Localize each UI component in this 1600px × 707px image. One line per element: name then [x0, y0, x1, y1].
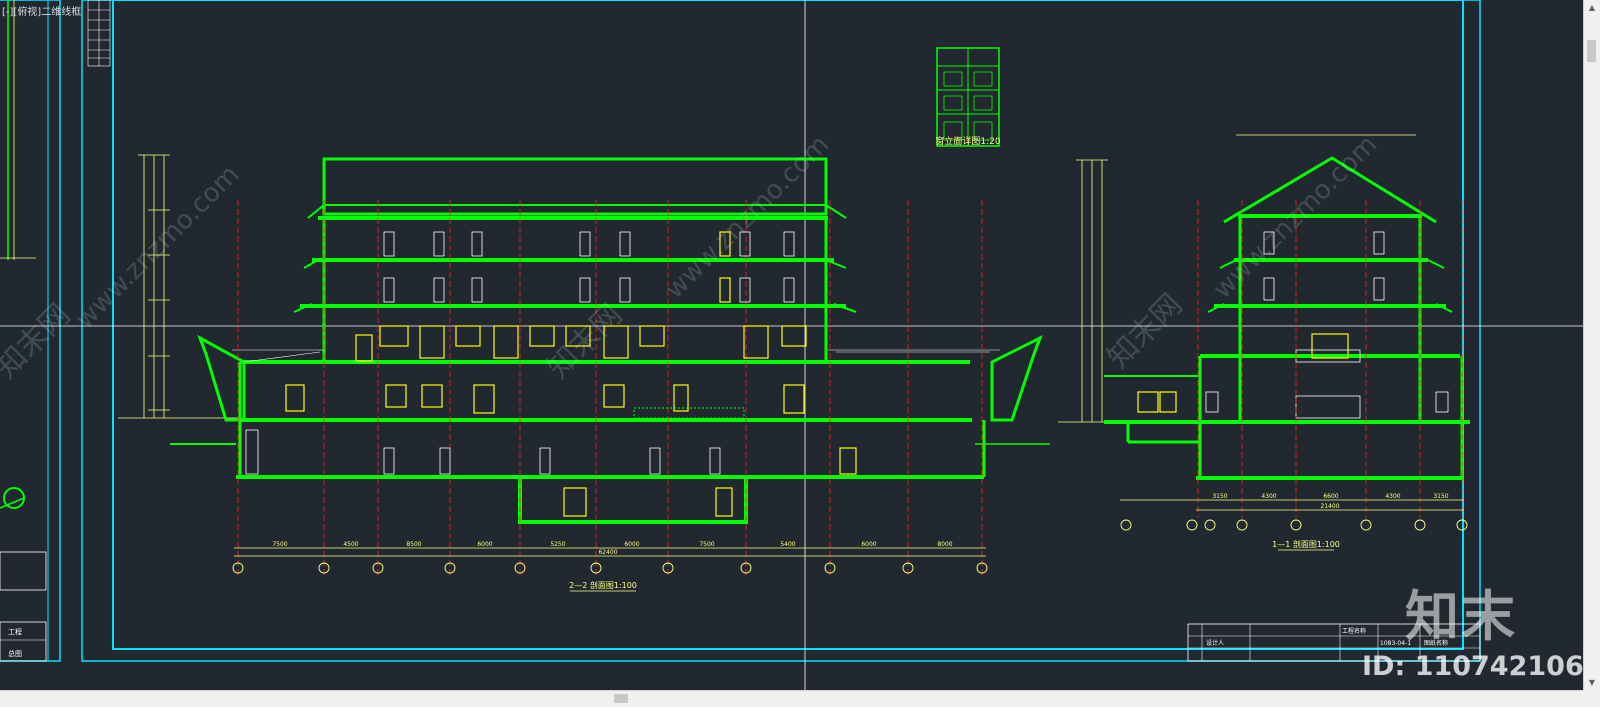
dim-2-1: 4500	[343, 541, 358, 548]
dim-1-4: 3150	[1433, 493, 1448, 500]
scroll-down-icon[interactable]: ▼	[1584, 675, 1600, 691]
watermark-logo: 知末	[1405, 585, 1517, 648]
dim-2-total: 62400	[598, 549, 617, 556]
section-2-title: 2—2 剖面图1:100	[569, 580, 637, 590]
cad-drawing-canvas[interactable]: 工程 总图 窗立面详图1:20 7500 4500 8500 6000 5250…	[0, 0, 1584, 691]
section-2-dims: 7500 4500 8500 6000 5250 6000 7500 5400 …	[272, 541, 952, 556]
vertical-scroll-thumb[interactable]	[1587, 40, 1596, 62]
cad-viewport[interactable]: 工程 总图 窗立面详图1:20 7500 4500 8500 6000 5250…	[0, 0, 1584, 691]
dim-1-2: 6600	[1323, 493, 1338, 500]
scrollbar-corner	[1584, 691, 1600, 707]
dim-2-3: 6000	[477, 541, 492, 548]
drawing-frames	[0, 0, 1481, 662]
dim-2-4: 5250	[550, 541, 565, 548]
title-block-designer: 设计人	[1206, 639, 1224, 647]
dim-2-9: 8000	[937, 541, 952, 548]
dim-2-2: 8500	[406, 541, 421, 548]
dim-2-5: 6000	[624, 541, 639, 548]
site-watermark-1: www.znzmo.com	[70, 160, 245, 335]
scroll-up-icon[interactable]: ▲	[1584, 0, 1600, 16]
dim-2-6: 7500	[699, 541, 714, 548]
watermark-id: ID: 1107421065	[1362, 651, 1584, 682]
horizontal-scrollbar[interactable]	[0, 690, 1584, 707]
dim-1-3: 4300	[1385, 493, 1400, 500]
dim-1-total: 21400	[1320, 503, 1339, 510]
left-block-row: 总图	[8, 649, 22, 658]
dim-2-7: 5400	[780, 541, 795, 548]
left-block-project: 工程	[8, 627, 22, 636]
horizontal-scroll-thumb[interactable]	[614, 694, 628, 703]
section-1-dims: 3150 4300 6600 4300 3150 21400	[1212, 493, 1448, 510]
title-block-project: 工程名称	[1342, 627, 1366, 635]
site-watermarks: www.znzmo.com www.znzmo.com www.znzmo.co…	[0, 130, 1383, 386]
section-2-2: 7500 4500 8500 6000 5250 6000 7500 5400 …	[118, 154, 1050, 592]
top-left-table	[87, 0, 111, 67]
vertical-scrollbar[interactable]: ▲ ▼	[1583, 0, 1600, 691]
dim-2-0: 7500	[272, 541, 287, 548]
dim-2-8: 6000	[861, 541, 876, 548]
dim-1-1: 4300	[1261, 493, 1276, 500]
site-watermark-cn-3: 知末网	[1101, 287, 1189, 375]
section-1-title: 1—1 剖面图1:100	[1272, 539, 1340, 549]
window-detail: 窗立面详图1:20	[936, 47, 1000, 147]
window-detail-caption: 窗立面详图1:20	[935, 135, 1000, 147]
dim-1-0: 3150	[1212, 493, 1227, 500]
viewport-label[interactable]: [-][俯视]二维线框	[2, 3, 81, 18]
site-watermark-cn-1: 知末网	[0, 297, 77, 385]
